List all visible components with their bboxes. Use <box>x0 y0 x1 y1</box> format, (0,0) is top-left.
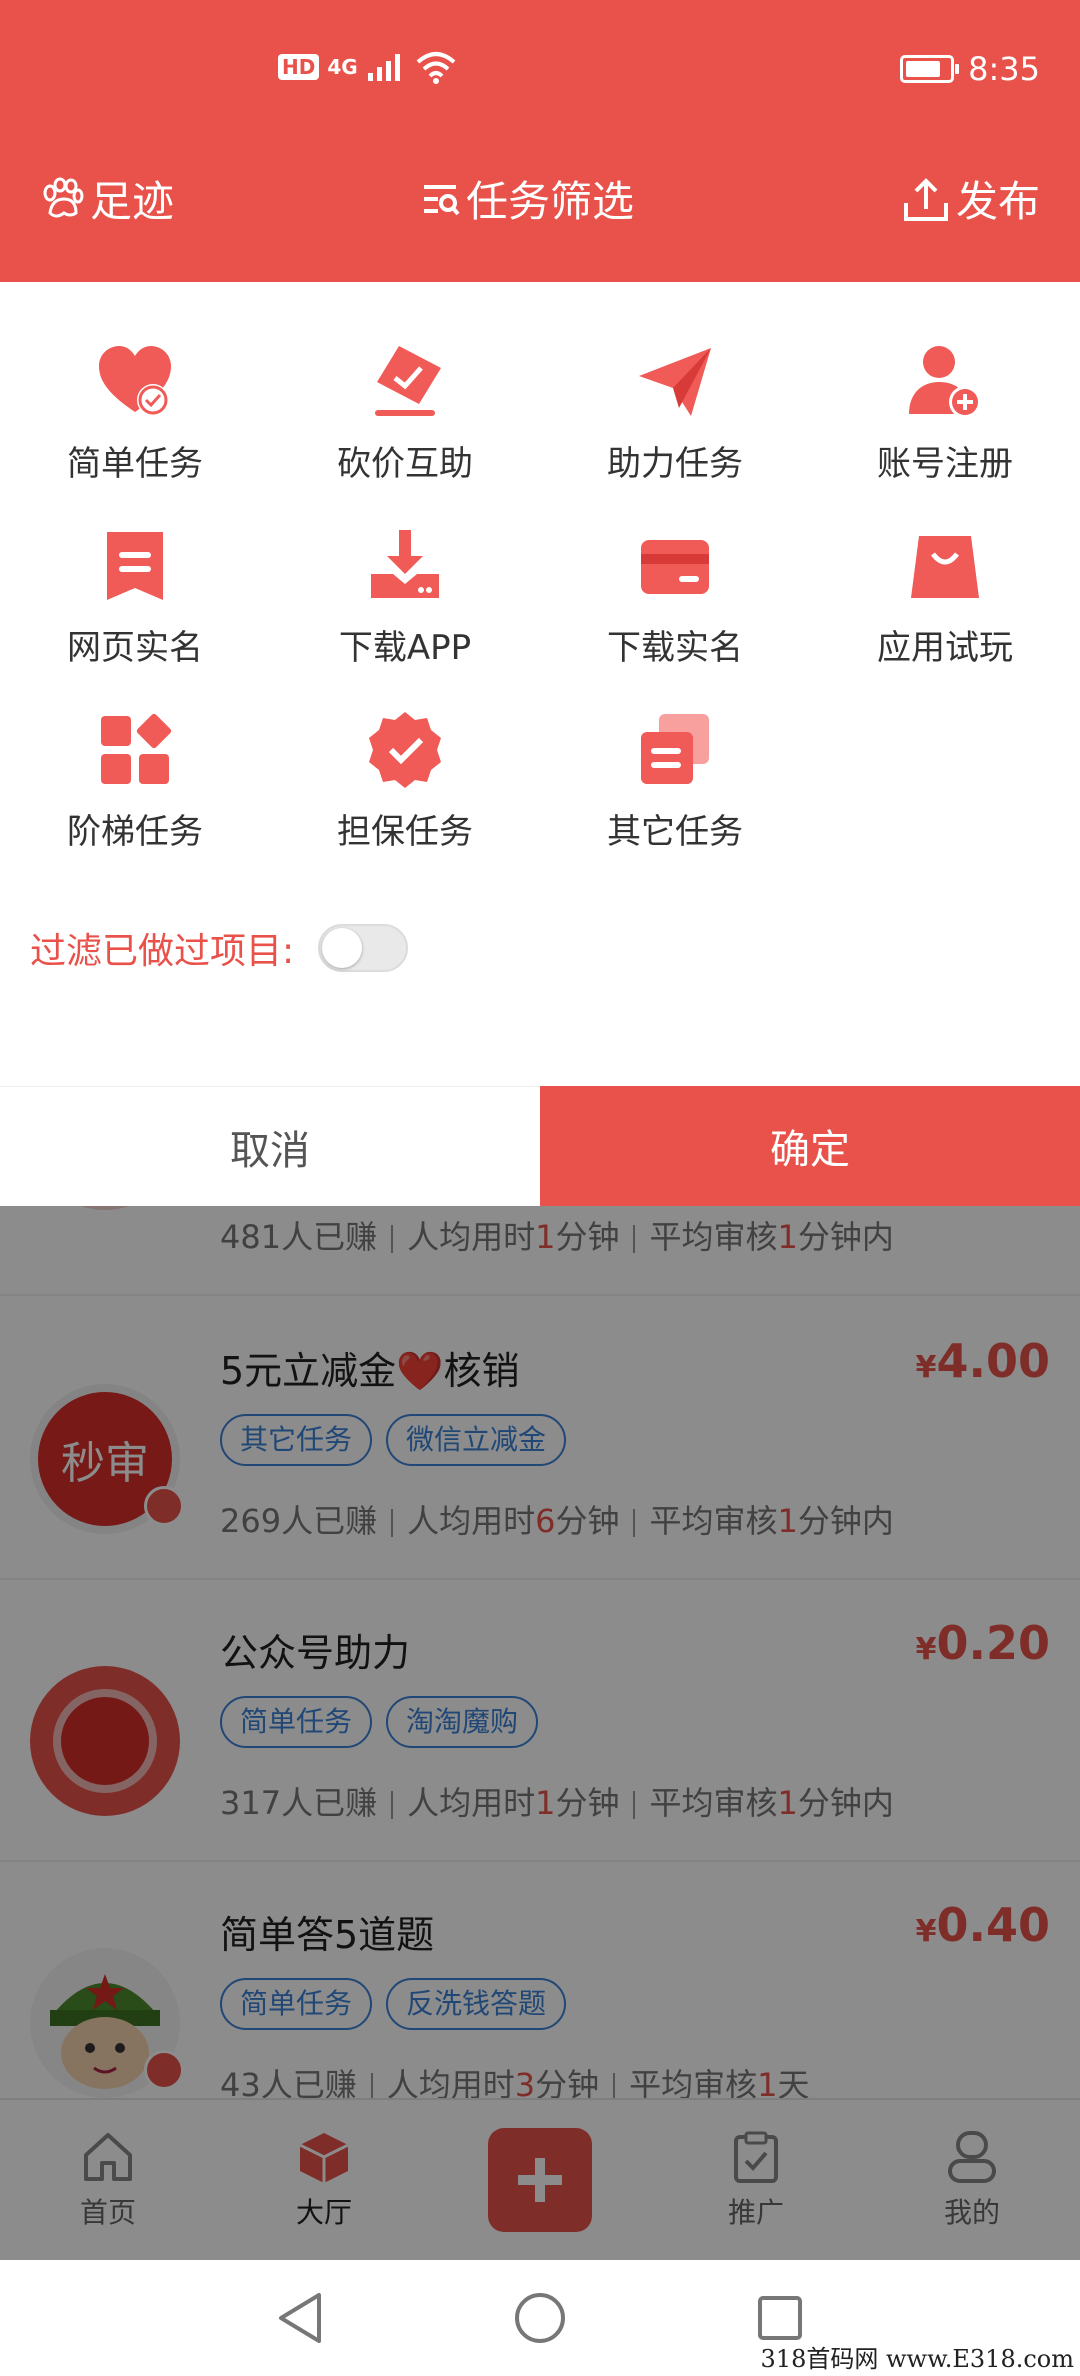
recents-square-icon <box>758 2296 802 2340</box>
category-simple-task[interactable]: 简单任务 <box>0 342 270 502</box>
nav-home-button[interactable] <box>510 2288 570 2348</box>
grid-blocks-icon <box>101 713 172 784</box>
category-app-trial[interactable]: 应用试玩 <box>810 526 1080 686</box>
filter-done-label: 过滤已做过项目: <box>30 931 295 972</box>
signal-bars-icon <box>367 54 400 81</box>
category-guarantee-task[interactable]: 担保任务 <box>270 710 540 870</box>
page-title: 任务筛选 <box>420 168 634 229</box>
category-bargain[interactable]: 砍价互助 <box>270 342 540 502</box>
category-ladder-task[interactable]: 阶梯任务 <box>0 710 270 870</box>
download-icon <box>371 530 439 598</box>
user-add-icon <box>909 346 981 418</box>
nav-back-button[interactable] <box>270 2288 330 2348</box>
shopping-bag-icon <box>911 536 979 598</box>
publish-button[interactable]: 发布 <box>902 168 1040 229</box>
heart-check-icon <box>99 346 171 416</box>
paw-icon <box>43 177 84 217</box>
category-assist[interactable]: 助力任务 <box>540 342 810 502</box>
category-other-task[interactable]: 其它任务 <box>540 710 810 870</box>
status-bar-right: 8:35 <box>900 50 1040 88</box>
filter-done-toggle[interactable] <box>318 924 409 972</box>
stacked-cards-icon <box>641 714 709 784</box>
confirm-button[interactable]: 确定 <box>540 1086 1080 1206</box>
filter-panel: 简单任务 砍价互助 助力任务 账号注册 网页实名 下载APP 下载实名 应用试玩… <box>0 282 1080 1086</box>
document-icon <box>107 532 163 600</box>
wifi-icon <box>416 52 456 84</box>
battery-icon <box>900 55 960 83</box>
home-circle-icon <box>515 2293 565 2343</box>
status-bar-left: HD 4G <box>278 50 458 84</box>
upload-icon <box>903 177 948 221</box>
filter-list-icon <box>424 184 460 215</box>
filter-actions: 取消 确定 <box>0 1086 1080 1206</box>
category-web-realname[interactable]: 网页实名 <box>0 526 270 686</box>
category-download-realname[interactable]: 下载实名 <box>540 526 810 686</box>
status-time: 8:35 <box>968 50 1040 88</box>
watermark-text: 318首码网 www.E318.com <box>760 2345 1074 2373</box>
footprint-button[interactable]: 足迹 <box>40 168 174 229</box>
filter-done-row: 过滤已做过项目: <box>30 922 409 974</box>
paper-plane-icon <box>639 348 711 416</box>
tag-check-icon <box>375 346 441 416</box>
category-account-register[interactable]: 账号注册 <box>810 342 1080 502</box>
cancel-button[interactable]: 取消 <box>0 1086 540 1206</box>
category-download-app[interactable]: 下载APP <box>270 526 540 686</box>
back-triangle-icon <box>279 2293 321 2343</box>
badge-check-icon <box>369 712 441 788</box>
card-icon <box>641 540 709 594</box>
app-header: HD 4G 8:35 足迹 任务筛选 发布 <box>0 0 1080 282</box>
